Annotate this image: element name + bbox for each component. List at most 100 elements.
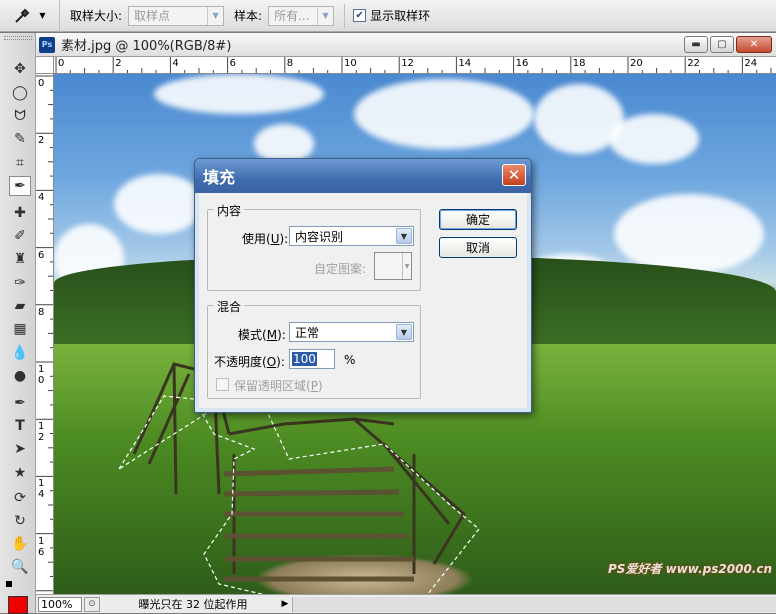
maximize-icon: ▢ bbox=[717, 39, 727, 50]
ok-button[interactable]: 确定 bbox=[439, 209, 517, 230]
ruler-tick-label: 24 bbox=[744, 58, 758, 69]
ruler-ticks bbox=[55, 57, 772, 73]
3d-rotate-tool-icon[interactable]: ⟳ bbox=[9, 488, 31, 508]
ps-icon: Ps bbox=[39, 36, 55, 53]
brush-tool-icon[interactable]: ✐ bbox=[9, 226, 31, 246]
ruler-tick-label: 4 bbox=[38, 192, 45, 204]
fill-dialog: 填充 ✕ 内容 使用(U): 内容识别 ▼ 自定图案: ▼ 混合 模式(M): … bbox=[194, 158, 532, 413]
toolbox-grip[interactable] bbox=[4, 36, 32, 40]
vertical-ruler[interactable]: 0 2 4 6 8 1 0 1 2 1 4 1 6 bbox=[36, 74, 54, 594]
document-tab[interactable]: Ps 素材.jpg @ 100%(RGB/8#) ▬ ▢ ✕ bbox=[36, 33, 776, 57]
use-select[interactable]: 内容识别 ▼ bbox=[289, 226, 414, 246]
path-select-tool-icon[interactable]: ➤ bbox=[9, 439, 31, 459]
cancel-button[interactable]: 取消 bbox=[439, 237, 517, 258]
dialog-title-bar[interactable]: 填充 bbox=[195, 159, 531, 193]
zoom-tool-icon[interactable]: 🔍 bbox=[9, 557, 31, 577]
move-tool-icon[interactable]: ✥ bbox=[9, 59, 31, 79]
content-group-title: 内容 bbox=[214, 202, 245, 219]
ruler-ticks bbox=[36, 75, 53, 592]
ruler-tick-label: 14 bbox=[458, 58, 472, 69]
ruler-tick-label: 6 bbox=[229, 58, 236, 69]
chevron-down-icon: ▼ bbox=[396, 324, 412, 340]
chevron-down-icon: ▼ bbox=[396, 228, 412, 244]
quick-select-tool-icon[interactable]: ✎ bbox=[9, 129, 31, 149]
mode-accelerator: M bbox=[266, 328, 278, 342]
foreground-color-swatch[interactable] bbox=[8, 596, 28, 614]
opacity-label: 不透明度(O): bbox=[214, 355, 285, 369]
eraser-tool-icon[interactable]: ▰ bbox=[9, 296, 31, 316]
shape-tool-icon[interactable]: ★ bbox=[9, 463, 31, 483]
eyedropper-tool-icon[interactable]: ✒ bbox=[9, 176, 31, 196]
chevron-down-icon: ▼ bbox=[402, 253, 411, 279]
ruler-tick-label: 2 bbox=[38, 135, 45, 147]
hand-tool-icon[interactable]: ✋ bbox=[9, 534, 31, 554]
document-title: 素材.jpg @ 100%(RGB/8#) bbox=[61, 39, 232, 54]
horizontal-ruler[interactable]: 0 2 4 6 8 10 12 14 16 18 20 22 24 bbox=[54, 57, 776, 74]
mode-label-text: 模式 bbox=[238, 328, 263, 342]
blend-group: 混合 模式(M): 正常 ▼ 不透明度(O): 100 % 保留透明区域(P) bbox=[207, 298, 421, 399]
history-brush-tool-icon[interactable]: ✑ bbox=[9, 273, 31, 293]
blur-tool-icon[interactable]: 💧 bbox=[9, 343, 31, 363]
clone-stamp-tool-icon[interactable]: ♜ bbox=[9, 249, 31, 269]
ruler-tick-label: 1 4 bbox=[38, 478, 45, 501]
maximize-button[interactable]: ▢ bbox=[710, 36, 734, 53]
custom-pattern-label: 自定图案: bbox=[314, 262, 367, 276]
use-accelerator: U bbox=[270, 232, 280, 246]
dodge-tool-icon[interactable]: ● bbox=[9, 366, 31, 386]
minimize-icon: ▬ bbox=[691, 39, 701, 50]
options-bar: ▼ 取样大小: 取样点 ▼ 样本: 所有... ▼ ✔ 显示取样环 bbox=[0, 0, 776, 32]
preserve-transparency-label: 保留透明区域(P) bbox=[234, 379, 323, 393]
opacity-input[interactable]: 100 bbox=[289, 349, 335, 369]
ruler-tick-label: 10 bbox=[344, 58, 357, 69]
show-ring-checkbox[interactable]: ✔ bbox=[353, 9, 367, 22]
marquee-tool-icon[interactable]: ◯ bbox=[9, 83, 31, 103]
horizontal-scrollbar[interactable] bbox=[292, 596, 776, 612]
close-icon: ✕ bbox=[749, 39, 759, 50]
ruler-tick-label: 1 0 bbox=[38, 364, 45, 386]
doc-info-icon[interactable]: ⊙ bbox=[84, 596, 100, 612]
eyedropper-icon bbox=[15, 8, 30, 23]
healing-brush-tool-icon[interactable]: ✚ bbox=[9, 203, 31, 223]
divider bbox=[344, 3, 346, 28]
toolbox: ✥ ◯ ᗢ ✎ ⌗ ✒ ✚ ✐ ♜ ✑ ▰ ▦ 💧 ● ✒ T ➤ ★ ⟳ ↻ … bbox=[0, 33, 36, 614]
type-tool-icon[interactable]: T bbox=[9, 416, 31, 436]
ruler-tick-label: 18 bbox=[572, 58, 586, 69]
default-colors-icon[interactable] bbox=[6, 581, 12, 587]
close-window-button[interactable]: ✕ bbox=[736, 36, 772, 53]
ruler-tick-label: 1 2 bbox=[38, 421, 45, 444]
gradient-tool-icon[interactable]: ▦ bbox=[9, 319, 31, 339]
ruler-tick-label: 8 bbox=[286, 58, 294, 69]
ruler-tick-label: 20 bbox=[630, 58, 643, 69]
status-menu-arrow-icon[interactable]: ▶ bbox=[278, 599, 292, 609]
mode-select[interactable]: 正常 ▼ bbox=[289, 322, 414, 342]
use-label-text: 使用 bbox=[242, 232, 267, 246]
preserve-accelerator: P bbox=[310, 379, 318, 393]
preserve-transparency-checkbox bbox=[216, 378, 229, 391]
tool-preset-picker[interactable]: ▼ bbox=[0, 0, 60, 32]
blend-group-title: 混合 bbox=[214, 298, 245, 315]
sample-size-label: 取样大小: bbox=[70, 9, 123, 23]
3d-orbit-tool-icon[interactable]: ↻ bbox=[9, 511, 31, 531]
sample-size-select[interactable]: 取样点 ▼ bbox=[128, 5, 225, 26]
chevron-down-icon: ▼ bbox=[317, 6, 333, 25]
dialog-close-button[interactable]: ✕ bbox=[502, 164, 526, 186]
sample-value: 所有... bbox=[274, 9, 310, 23]
pen-tool-icon[interactable]: ✒ bbox=[9, 393, 31, 413]
ruler-tick-label: 6 bbox=[38, 249, 45, 261]
zoom-field[interactable]: 100% bbox=[38, 596, 82, 612]
lasso-tool-icon[interactable]: ᗢ bbox=[9, 106, 31, 126]
crop-tool-icon[interactable]: ⌗ bbox=[9, 153, 31, 173]
ruler-tick-label: 2 bbox=[115, 58, 122, 69]
sample-select[interactable]: 所有... ▼ bbox=[268, 5, 335, 26]
minimize-button[interactable]: ▬ bbox=[684, 36, 708, 53]
ruler-tick-label: 0 bbox=[58, 58, 65, 69]
ruler-tick-label: 4 bbox=[172, 58, 179, 69]
ruler-tick-label: 8 bbox=[38, 306, 45, 318]
mode-label: 模式(M): bbox=[238, 328, 286, 342]
ruler-origin[interactable] bbox=[36, 57, 54, 74]
dialog-body: 内容 使用(U): 内容识别 ▼ 自定图案: ▼ 混合 模式(M): 正常 ▼ … bbox=[199, 193, 527, 408]
ruler-tick-label: 16 bbox=[515, 58, 529, 69]
opacity-accelerator: O bbox=[266, 355, 277, 369]
custom-pattern-picker: ▼ bbox=[374, 252, 412, 280]
show-ring-label: 显示取样环 bbox=[370, 9, 431, 23]
